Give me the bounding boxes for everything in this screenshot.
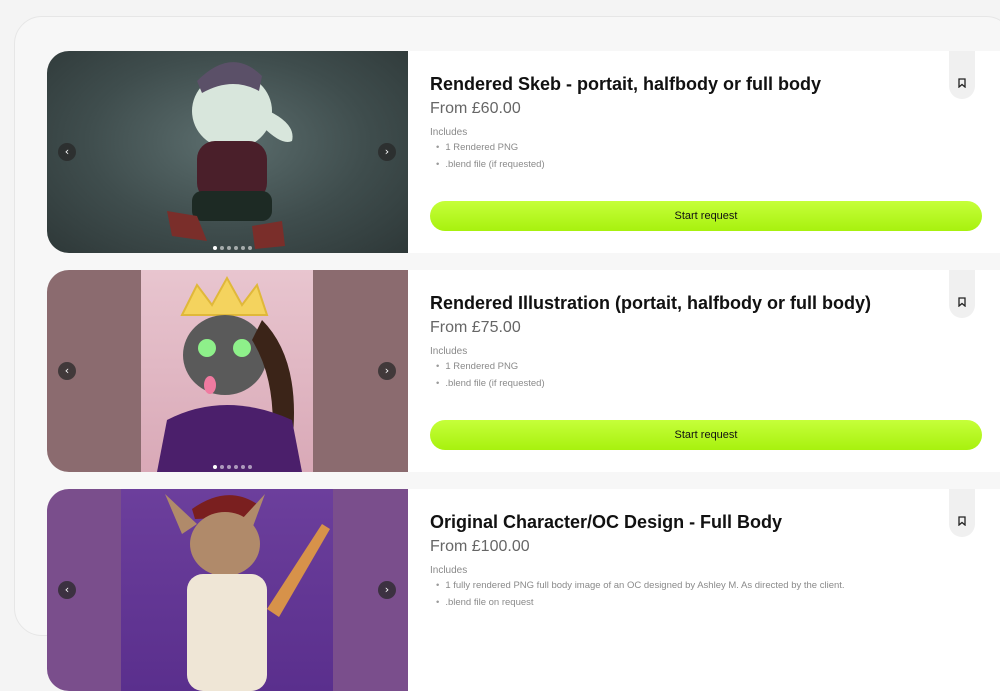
- commission-card: ‹ › Rendered Skeb - portait, halfbody or…: [47, 51, 1000, 253]
- start-request-button[interactable]: Start request: [430, 201, 982, 231]
- includes-item: .blend file (if requested): [436, 376, 544, 393]
- includes-item: 1 Rendered PNG: [436, 359, 545, 376]
- includes-label: Includes: [430, 127, 468, 138]
- bookmark-button[interactable]: [949, 489, 975, 537]
- carousel-dot[interactable]: [241, 465, 245, 469]
- carousel-next-button[interactable]: ›: [378, 143, 396, 161]
- carousel-next-button[interactable]: ›: [378, 362, 396, 380]
- carousel-dot[interactable]: [241, 246, 245, 250]
- bookmark-button[interactable]: [949, 51, 975, 99]
- carousel-dot[interactable]: [220, 465, 224, 469]
- commission-price: From £60.00: [430, 100, 521, 117]
- start-request-button[interactable]: Start request: [430, 420, 982, 450]
- carousel-dot[interactable]: [248, 465, 252, 469]
- carousel-dot[interactable]: [234, 246, 238, 250]
- includes-list: 1 Rendered PNG .blend file (if requested…: [436, 140, 545, 174]
- carousel-prev-button[interactable]: ‹: [58, 143, 76, 161]
- carousel-dots: [213, 465, 252, 469]
- includes-item: 1 Rendered PNG: [436, 140, 545, 157]
- carousel-dots: [213, 246, 252, 250]
- carousel-next-button[interactable]: ›: [378, 581, 396, 599]
- includes-list: 1 fully rendered PNG full body image of …: [436, 578, 845, 612]
- character-artwork: [157, 275, 302, 472]
- commission-price: From £100.00: [430, 538, 530, 555]
- character-artwork: [165, 494, 330, 691]
- commission-card: ‹ › Rendered Illustration (portait, half…: [47, 270, 1000, 472]
- bookmark-icon: [958, 297, 966, 307]
- carousel-dot[interactable]: [213, 465, 217, 469]
- commission-title: Rendered Illustration (portait, halfbody…: [430, 293, 871, 313]
- commission-info: Rendered Skeb - portait, halfbody or ful…: [430, 51, 990, 253]
- commission-title: Rendered Skeb - portait, halfbody or ful…: [430, 74, 822, 94]
- carousel-prev-button[interactable]: ‹: [58, 362, 76, 380]
- carousel-dot[interactable]: [220, 246, 224, 250]
- commission-info: Original Character/OC Design - Full Body…: [430, 489, 990, 691]
- includes-list: 1 Rendered PNG .blend file (if requested…: [436, 359, 545, 393]
- commission-title: Original Character/OC Design - Full Body: [430, 512, 783, 532]
- character-artwork: [167, 62, 293, 249]
- carousel-prev-button[interactable]: ‹: [58, 581, 76, 599]
- includes-item: .blend file on request: [436, 595, 845, 612]
- image-carousel[interactable]: ‹ ›: [47, 270, 408, 472]
- bookmark-icon: [958, 516, 966, 526]
- carousel-dot[interactable]: [234, 465, 238, 469]
- includes-item: 1 fully rendered PNG full body image of …: [436, 578, 844, 595]
- includes-item: .blend file (if requested): [436, 157, 544, 174]
- bookmark-button[interactable]: [949, 270, 975, 318]
- carousel-dot[interactable]: [213, 246, 217, 250]
- includes-label: Includes: [430, 346, 468, 357]
- commission-price: From £75.00: [430, 319, 521, 336]
- image-carousel[interactable]: ‹ ›: [47, 51, 408, 253]
- bookmark-icon: [958, 78, 966, 88]
- carousel-dot[interactable]: [248, 246, 252, 250]
- carousel-dot[interactable]: [227, 246, 231, 250]
- commission-card: ‹ › Original Character/OC Design - Full …: [47, 489, 1000, 691]
- commission-info: Rendered Illustration (portait, halfbody…: [430, 270, 990, 472]
- includes-label: Includes: [430, 565, 468, 576]
- carousel-dot[interactable]: [227, 465, 231, 469]
- image-carousel[interactable]: ‹ ›: [47, 489, 408, 691]
